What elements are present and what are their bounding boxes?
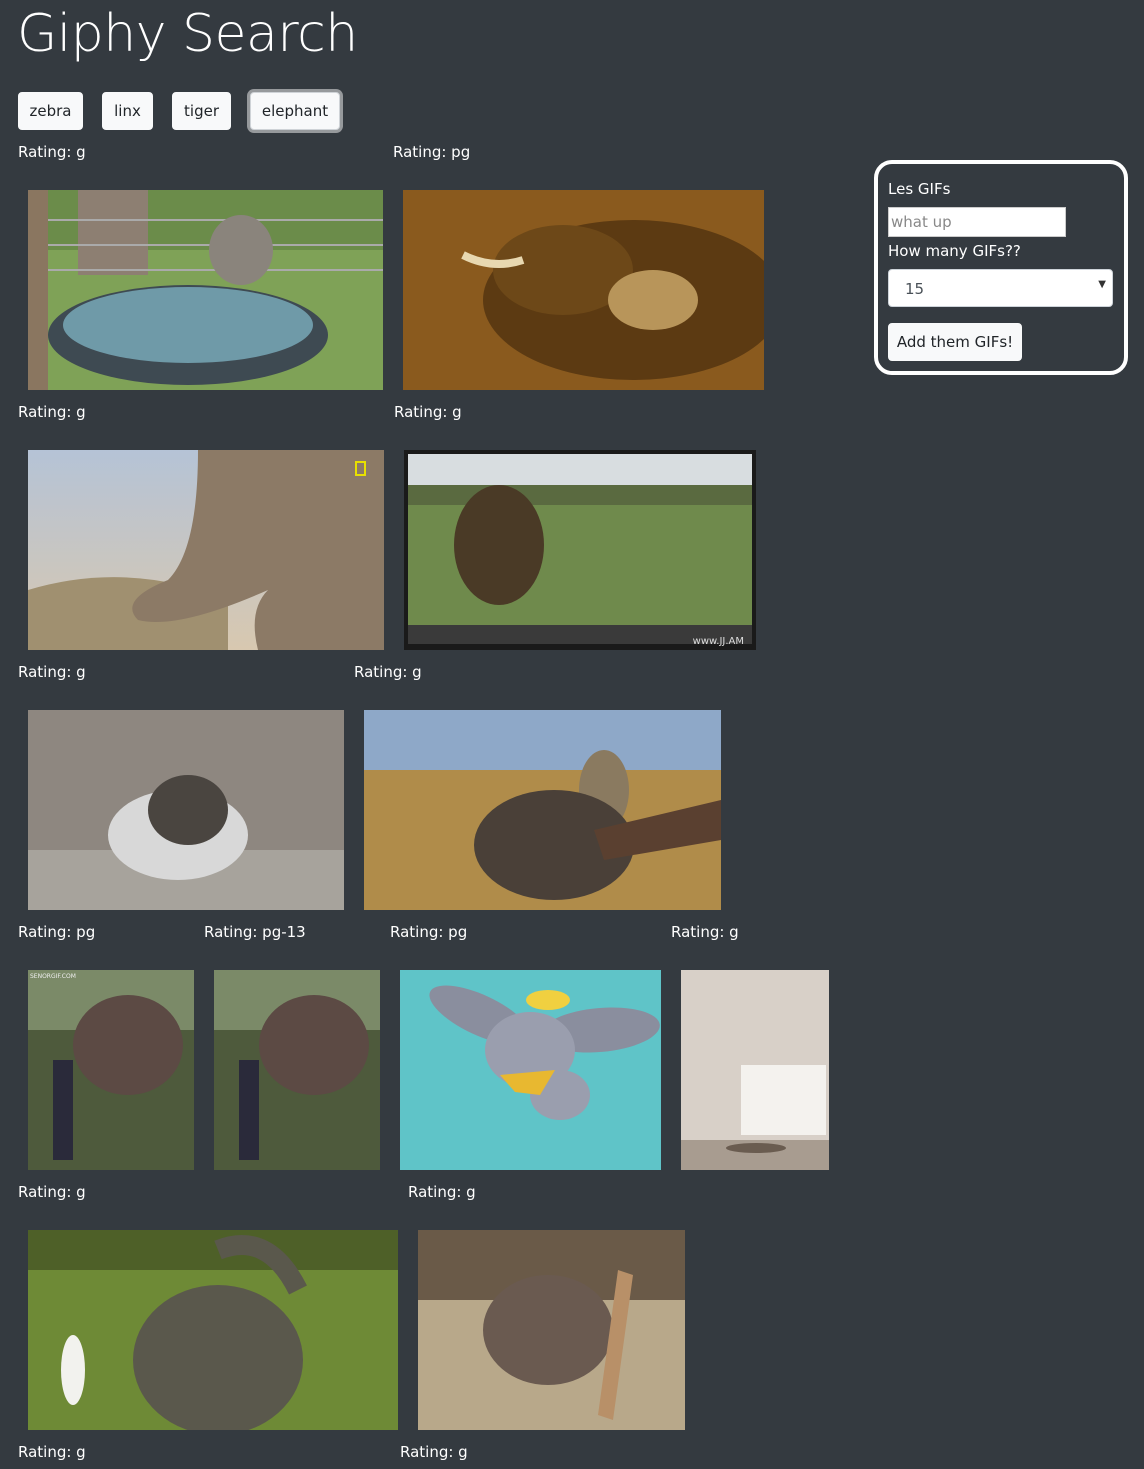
gif-rating: Rating: g: [408, 1183, 476, 1201]
gif-rating: Rating: g: [18, 663, 86, 681]
gif-image-elephant-trunk-man[interactable]: [364, 710, 721, 910]
gif-image-dumbo[interactable]: [400, 970, 661, 1170]
gif-count-select[interactable]: 15 ▼: [888, 269, 1113, 307]
add-gifs-button[interactable]: Add them GIFs!: [888, 323, 1022, 361]
topic-button-zebra[interactable]: zebra: [18, 92, 83, 130]
gif-count-value: 15: [905, 280, 925, 298]
gif-rating: Rating: g: [18, 1183, 86, 1201]
gif-rating: Rating: g: [354, 663, 422, 681]
gif-rating: Rating: g: [18, 403, 86, 421]
gif-image-elephant-kick-1[interactable]: SENORGIF.COM: [28, 970, 194, 1170]
gif-image-hangar-plane[interactable]: [681, 970, 829, 1170]
search-input[interactable]: [888, 207, 1066, 237]
gif-image-elephant-splash[interactable]: [28, 710, 344, 910]
gif-rating: Rating: g: [18, 1443, 86, 1461]
gif-image-elephant-kick-2[interactable]: [214, 970, 380, 1170]
topic-button-tiger[interactable]: tiger: [172, 92, 231, 130]
gif-image-elephant-water-tub[interactable]: [28, 190, 383, 390]
gif-rating: Rating: pg-13: [204, 923, 306, 941]
add-gifs-form: Les GIFs How many GIFs?? 15 ▼ Add them G…: [874, 160, 1128, 375]
gif-rating: Rating: pg: [393, 143, 471, 161]
page-title: Giphy Search: [17, 4, 358, 64]
gif-rating: Rating: g: [394, 403, 462, 421]
count-label: How many GIFs??: [888, 242, 1021, 260]
gif-rating: Rating: g: [400, 1443, 468, 1461]
form-heading: Les GIFs: [888, 180, 951, 198]
gif-rating: Rating: g: [18, 143, 86, 161]
topic-button-linx[interactable]: linx: [102, 92, 153, 130]
topic-button-elephant[interactable]: elephant: [250, 92, 340, 130]
chevron-down-icon: ▼: [1098, 279, 1106, 290]
gif-image-bear[interactable]: www.JJ.AM: [404, 450, 756, 650]
gif-rating: Rating: pg: [18, 923, 96, 941]
gif-image-elephant-bathing-sepia[interactable]: [403, 190, 764, 390]
gif-image-elephant-closeup[interactable]: [28, 450, 384, 650]
gif-image-baby-elephant-log[interactable]: [418, 1230, 685, 1430]
gif-rating: Rating: g: [671, 923, 739, 941]
gif-image-elephant-bird[interactable]: [28, 1230, 398, 1430]
gif-watermark: SENORGIF.COM: [30, 973, 76, 980]
gif-rating: Rating: pg: [390, 923, 468, 941]
gif-watermark: www.JJ.AM: [693, 636, 744, 647]
